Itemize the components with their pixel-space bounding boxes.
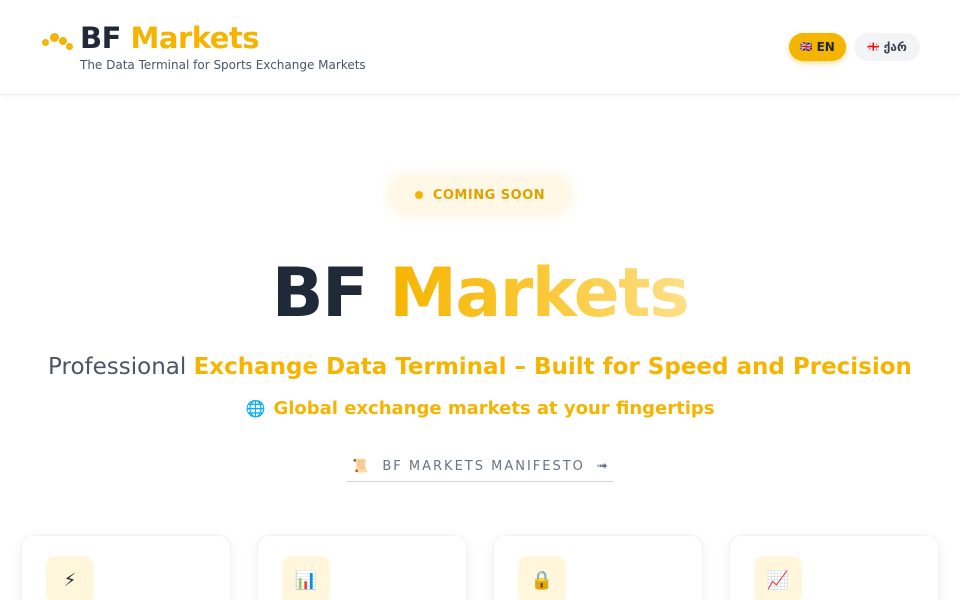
coming-soon-badge: COMING SOON <box>389 176 571 214</box>
site-header: BF Markets The Data Terminal for Sports … <box>0 0 960 95</box>
chart-icon: 📊 <box>282 556 330 600</box>
hero-subtitle-part2: Exchange Data Terminal – Built for Speed… <box>193 354 912 380</box>
status-dot-icon <box>414 191 423 199</box>
hero-title-part1: BF <box>271 254 369 333</box>
hero-subtitle: Professional Exchange Data Terminal – Bu… <box>0 352 960 382</box>
hero-tagline: 🌐 Global exchange markets at your finger… <box>0 398 960 419</box>
brand-title[interactable]: BF Markets <box>80 20 260 56</box>
feature-card: 🔒 <box>493 535 703 600</box>
language-en-button[interactable]: 🇬🇧 EN <box>789 33 846 61</box>
hero-tagline-text: Global exchange markets at your fingerti… <box>273 398 715 419</box>
manifesto-label: BF MARKETS MANIFESTO <box>382 459 585 474</box>
hero-title: BF Markets <box>0 254 960 334</box>
uk-flag-icon: 🇬🇧 <box>800 41 813 53</box>
language-ka-label: ქარ <box>883 40 907 54</box>
language-en-label: EN <box>816 40 835 54</box>
brand-tagline: The Data Terminal for Sports Exchange Ma… <box>80 58 366 72</box>
georgia-flag-icon: 🇬🇪 <box>867 41 880 53</box>
logo-icon[interactable] <box>42 32 74 52</box>
feature-card: 📈 <box>729 535 939 600</box>
manifesto-link[interactable]: 📜 BF MARKETS MANIFESTO ➟ <box>347 452 613 482</box>
feature-card: ⚡ <box>21 535 231 600</box>
brand-title-part2: Markets <box>130 21 260 55</box>
lightning-icon: ⚡ <box>46 556 94 600</box>
lock-icon: 🔒 <box>518 556 566 600</box>
coming-soon-label: COMING SOON <box>432 187 546 203</box>
feature-card: 📊 <box>257 535 467 600</box>
brand-title-part1: BF <box>80 21 121 55</box>
language-ka-button[interactable]: 🇬🇪 ქარ <box>854 33 920 61</box>
globe-icon: 🌐 <box>245 399 266 418</box>
arrow-right-icon: ➟ <box>596 459 608 474</box>
scroll-icon: 📜 <box>352 459 371 474</box>
trend-icon: 📈 <box>754 556 802 600</box>
hero-title-part2: Markets <box>389 254 690 333</box>
hero-subtitle-part1: Professional <box>48 354 187 380</box>
